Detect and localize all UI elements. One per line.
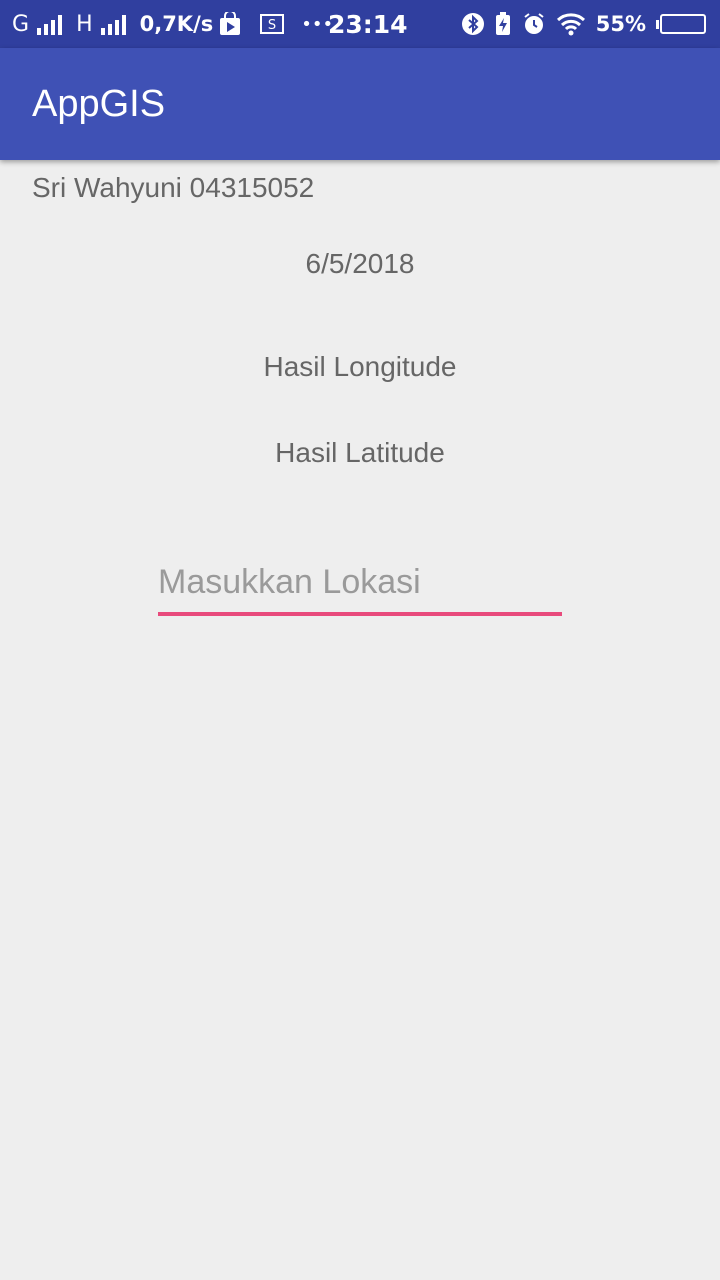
signal-icon-2 [100,13,126,35]
clock: 23:14 [328,9,408,39]
longitude-result-label: Hasil Longitude [263,351,457,382]
network-speed: 0,7K/s [139,12,214,36]
svg-text:S: S [268,18,276,33]
date-label: 6/5/2018 [305,248,415,279]
status-bar: G H 0,7K/s S ••• 23:14 55% [0,0,720,48]
location-input[interactable] [158,556,562,616]
wifi-icon [556,12,586,36]
app-title: AppGIS [32,83,166,125]
app-bar: AppGIS [0,48,720,160]
status-left: G H 0,7K/s S ••• [12,0,333,48]
status-right: 55% [461,0,706,48]
student-name-label: Sri Wahyuni 04315052 [32,172,315,203]
play-store-icon [219,12,241,36]
network-type-label: G [12,11,30,37]
signal-icon [37,13,63,35]
battery-percent: 55% [595,12,646,36]
screenshot-icon: S [259,12,285,36]
network-type-label-2: H [76,11,93,37]
battery-charging-icon [494,12,512,36]
alarm-icon [522,12,546,36]
bluetooth-icon [461,13,484,35]
battery-icon [656,14,706,34]
latitude-result-label: Hasil Latitude [275,437,445,468]
